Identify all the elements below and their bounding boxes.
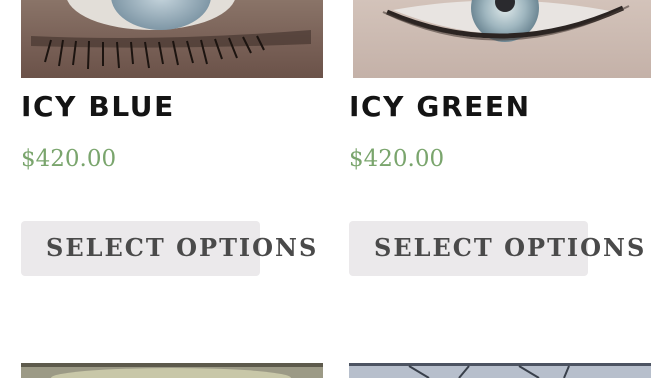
eye-photo-icon xyxy=(349,363,651,378)
select-options-button[interactable] xyxy=(349,221,588,276)
product-image-icy-blue[interactable] xyxy=(21,0,323,78)
product-title[interactable]: ICY BLUE xyxy=(21,90,175,123)
product-title[interactable]: ICY GREEN xyxy=(349,90,531,123)
eye-photo-icon xyxy=(353,0,651,78)
eye-photo-icon xyxy=(21,0,323,78)
product-price: $420.00 xyxy=(349,146,445,172)
eye-photo-icon xyxy=(21,363,323,378)
select-options-button[interactable] xyxy=(21,221,260,276)
product-image-icy-green[interactable] xyxy=(353,0,651,78)
product-image-next-row[interactable] xyxy=(21,363,323,378)
product-image-next-row[interactable] xyxy=(349,363,651,378)
product-price: $420.00 xyxy=(21,146,117,172)
